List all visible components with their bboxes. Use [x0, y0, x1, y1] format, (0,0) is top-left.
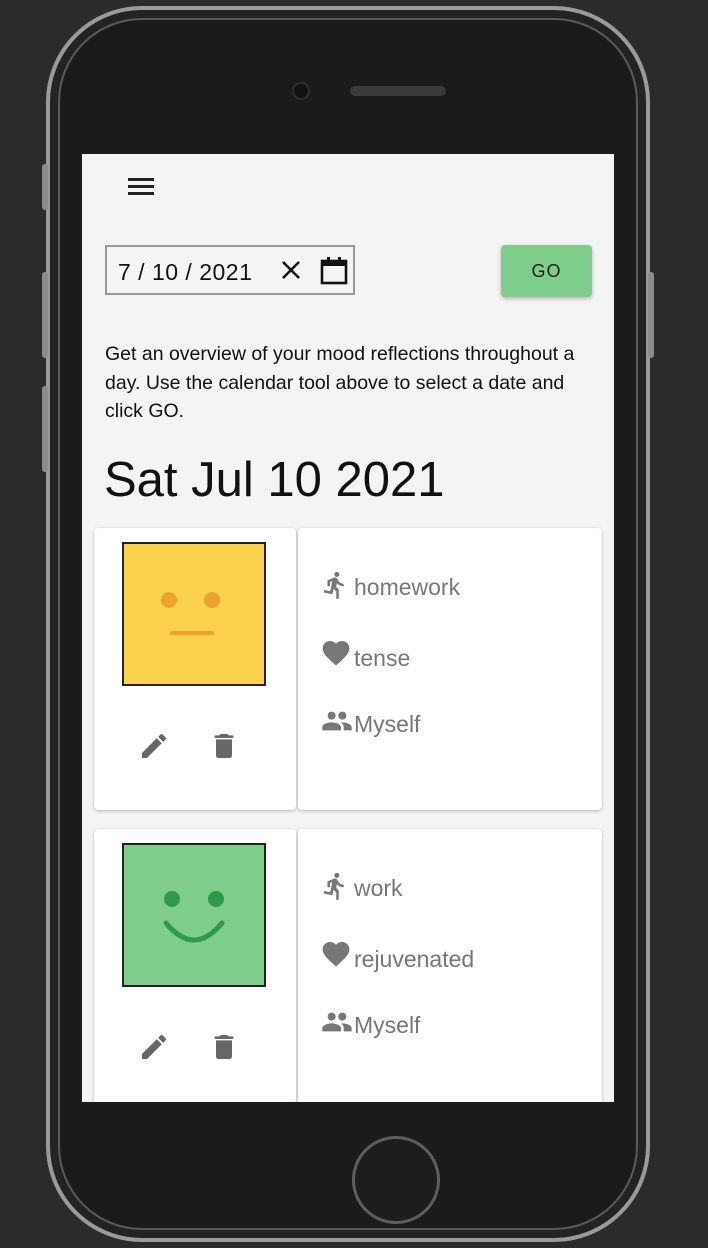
volume-up-button: [42, 272, 48, 358]
mood-details-card: homework tense Myself: [298, 528, 602, 810]
go-button[interactable]: GO: [501, 245, 592, 297]
company-label: Myself: [354, 711, 421, 737]
date-heading: Sat Jul 10 2021: [104, 453, 445, 507]
close-icon[interactable]: [279, 255, 303, 285]
people-icon: [322, 1012, 352, 1032]
front-camera: [294, 84, 308, 98]
feeling-label: rejuvenated: [354, 946, 475, 972]
app-screen: 7 / 10 / 2021 GO Get an overview of your…: [82, 154, 614, 1102]
pencil-icon[interactable]: [138, 730, 170, 762]
trash-icon[interactable]: [208, 730, 240, 762]
people-icon: [322, 711, 352, 731]
calendar-icon[interactable]: [319, 256, 349, 286]
running-person-icon: [323, 872, 344, 900]
running-person-icon: [323, 571, 344, 599]
mute-switch: [42, 164, 48, 210]
mood-details-card: work rejuvenated Myself: [298, 829, 602, 1102]
activity-label: work: [354, 875, 403, 901]
power-button: [648, 272, 654, 358]
neutral-face-icon: [122, 542, 266, 686]
volume-down-button: [42, 386, 48, 472]
company-label: Myself: [354, 1012, 421, 1038]
heart-icon: [322, 641, 350, 666]
trash-icon[interactable]: [208, 1031, 240, 1063]
pencil-icon[interactable]: [138, 1031, 170, 1063]
heart-icon: [322, 942, 350, 967]
home-button[interactable]: [352, 1136, 440, 1224]
date-picker-input[interactable]: 7 / 10 / 2021: [105, 245, 355, 295]
mood-card: [94, 528, 296, 810]
date-value: 7 / 10 / 2021: [118, 259, 253, 285]
happy-face-icon: [122, 843, 266, 987]
earpiece-speaker: [350, 86, 446, 96]
mood-card: [94, 829, 296, 1102]
feeling-label: tense: [354, 645, 411, 671]
hamburger-menu-icon[interactable]: [126, 174, 156, 200]
intro-text: Get an overview of your mood reflections…: [105, 343, 575, 422]
activity-label: homework: [354, 574, 461, 600]
